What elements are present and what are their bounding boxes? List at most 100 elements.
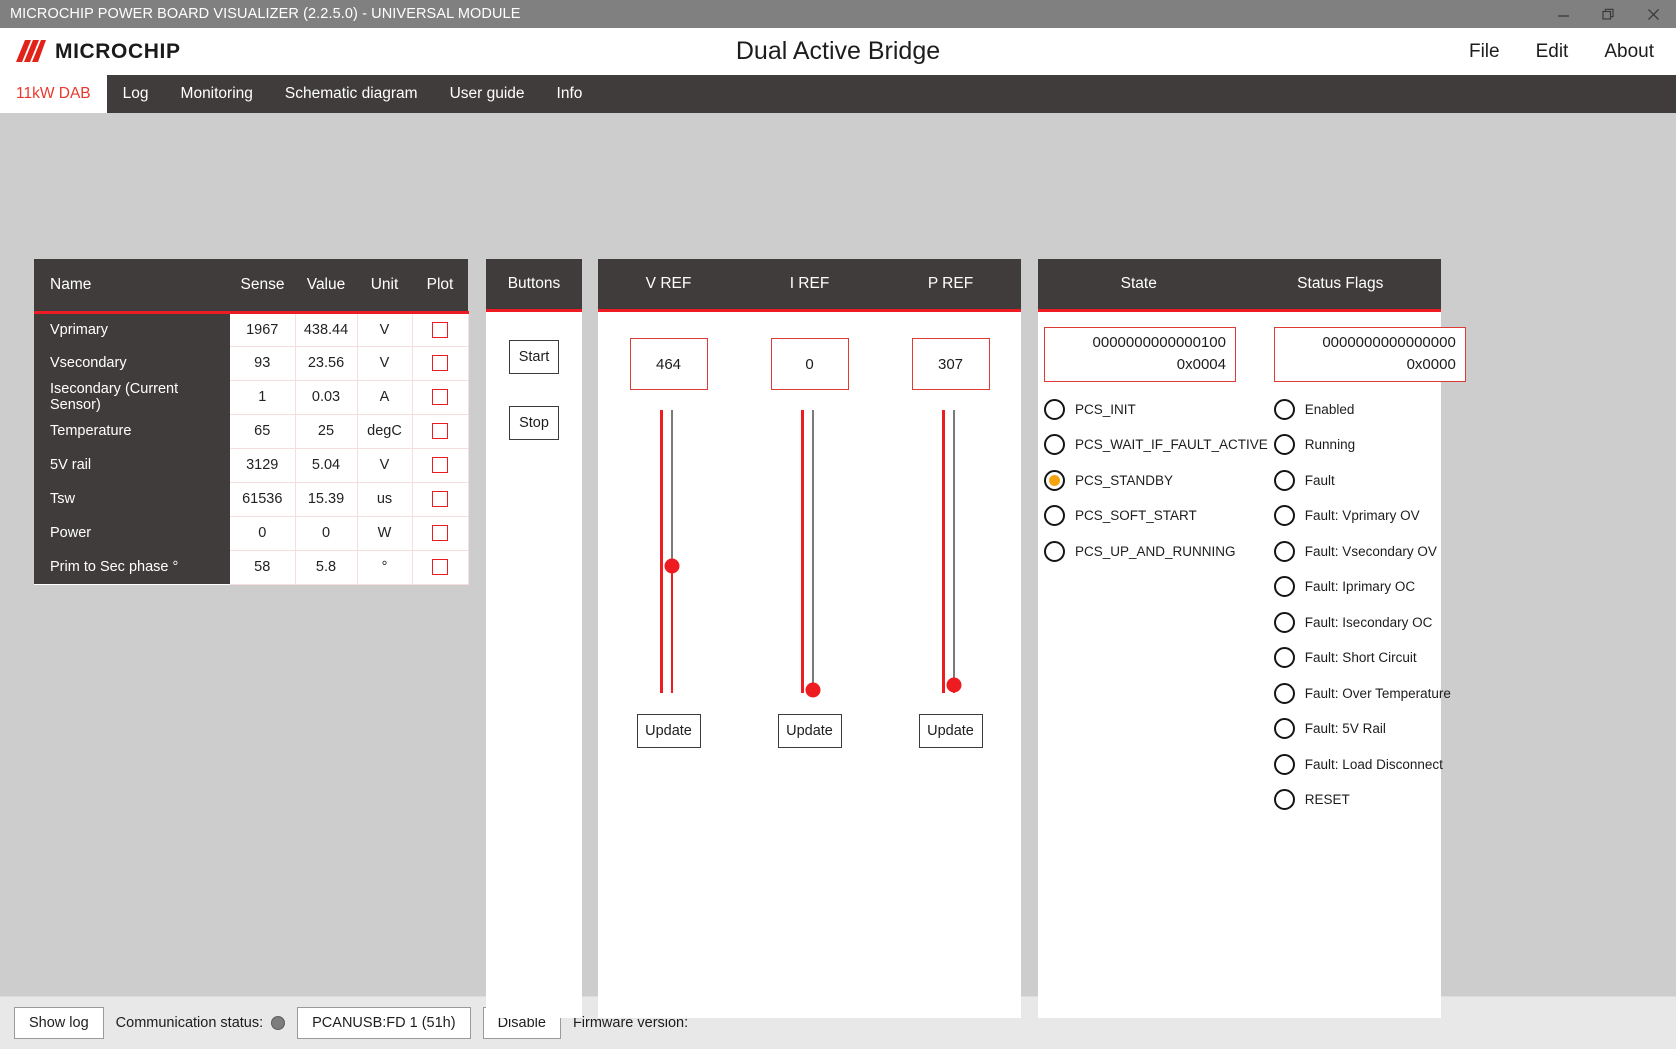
status-flag-radio-icon[interactable] (1274, 754, 1295, 775)
show-log-button[interactable]: Show log (14, 1007, 104, 1039)
ref-slider[interactable] (936, 410, 966, 693)
tab-schematic-diagram[interactable]: Schematic diagram (269, 75, 434, 113)
ref-slider[interactable] (654, 410, 684, 693)
state-radio-icon[interactable] (1044, 541, 1065, 562)
tab-user-guide[interactable]: User guide (434, 75, 541, 113)
status-flag-row[interactable]: RESET (1274, 782, 1466, 818)
menu-item-about[interactable]: About (1604, 41, 1654, 63)
measurement-name: Isecondary (Current Sensor) (34, 380, 230, 414)
state-row[interactable]: PCS_INIT (1044, 392, 1268, 428)
status-flag-label: Fault (1305, 473, 1335, 488)
measurement-unit: ° (357, 550, 412, 584)
status-flags-column: 0000000000000000 0x0000 EnabledRunningFa… (1268, 312, 1466, 1018)
state-radio-icon[interactable] (1044, 399, 1065, 420)
plot-checkbox[interactable] (432, 322, 448, 338)
ref-slider[interactable] (795, 410, 825, 693)
plot-checkbox[interactable] (432, 423, 448, 439)
status-flag-radio-icon[interactable] (1274, 399, 1295, 420)
status-flag-row[interactable]: Enabled (1274, 392, 1466, 428)
slider-thumb[interactable] (946, 677, 961, 692)
status-flag-row[interactable]: Fault (1274, 463, 1466, 499)
window-titlebar: MICROCHIP POWER BOARD VISUALIZER (2.2.5.… (0, 0, 1676, 28)
state-label: PCS_SOFT_START (1075, 508, 1197, 523)
status-flag-row[interactable]: Fault: 5V Rail (1274, 711, 1466, 747)
status-flag-row[interactable]: Fault: Isecondary OC (1274, 605, 1466, 641)
status-flag-radio-icon[interactable] (1274, 434, 1295, 455)
plot-checkbox[interactable] (432, 355, 448, 371)
plot-checkbox-cell (412, 312, 468, 346)
status-flag-row[interactable]: Fault: Iprimary OC (1274, 569, 1466, 605)
update-button[interactable]: Update (778, 714, 842, 748)
status-flag-radio-icon[interactable] (1274, 789, 1295, 810)
start-button[interactable]: Start (509, 340, 559, 374)
measurements-table: Name Sense Value Unit Plot Vprimary19674… (34, 259, 469, 585)
radio-dot-icon (1279, 439, 1290, 450)
device-selector-button[interactable]: PCANUSB:FD 1 (51h) (297, 1007, 470, 1039)
state-label: PCS_UP_AND_RUNNING (1075, 544, 1236, 559)
status-flag-row[interactable]: Running (1274, 427, 1466, 463)
minimize-icon[interactable] (1541, 0, 1586, 28)
radio-dot-icon (1279, 723, 1290, 734)
close-icon[interactable] (1631, 0, 1676, 28)
update-button[interactable]: Update (919, 714, 983, 748)
plot-checkbox-cell (412, 550, 468, 584)
app-header: MICROCHIP Dual Active Bridge File Edit A… (0, 28, 1676, 75)
state-register-binary: 0000000000000100 (1054, 332, 1226, 354)
status-flag-radio-icon[interactable] (1274, 505, 1295, 526)
status-flag-row[interactable]: Fault: Load Disconnect (1274, 747, 1466, 783)
menu-item-edit[interactable]: Edit (1536, 41, 1569, 63)
table-row: Prim to Sec phase °585.8° (34, 550, 468, 584)
plot-checkbox[interactable] (432, 389, 448, 405)
ref-value-input[interactable]: 307 (912, 338, 990, 390)
plot-checkbox[interactable] (432, 559, 448, 575)
measurement-name: Vprimary (34, 312, 230, 346)
status-flag-radio-icon[interactable] (1274, 576, 1295, 597)
plot-checkbox[interactable] (432, 491, 448, 507)
radio-dot-icon (1279, 688, 1290, 699)
status-flag-row[interactable]: Fault: Short Circuit (1274, 640, 1466, 676)
state-radio-icon[interactable] (1044, 470, 1065, 491)
status-flag-row[interactable]: Fault: Vprimary OV (1274, 498, 1466, 534)
state-row[interactable]: PCS_UP_AND_RUNNING (1044, 534, 1268, 570)
ref-value-input[interactable]: 464 (630, 338, 708, 390)
tab-11kw-dab[interactable]: 11kW DAB (0, 75, 107, 113)
status-flag-radio-icon[interactable] (1274, 683, 1295, 704)
state-radio-icon[interactable] (1044, 434, 1065, 455)
tab-info[interactable]: Info (541, 75, 599, 113)
status-flag-radio-icon[interactable] (1274, 647, 1295, 668)
slider-fill (671, 566, 674, 693)
state-row[interactable]: PCS_STANDBY (1044, 463, 1268, 499)
stop-button[interactable]: Stop (509, 406, 559, 440)
main-menu: File Edit About (1469, 41, 1654, 63)
menu-item-file[interactable]: File (1469, 41, 1500, 63)
slider-track (953, 410, 956, 693)
state-label: PCS_INIT (1075, 402, 1136, 417)
plot-checkbox[interactable] (432, 457, 448, 473)
status-flag-label: Enabled (1305, 402, 1355, 417)
status-flag-radio-icon[interactable] (1274, 718, 1295, 739)
plot-checkbox[interactable] (432, 525, 448, 541)
tab-log[interactable]: Log (107, 75, 165, 113)
slider-thumb[interactable] (664, 558, 679, 573)
ref-value-input[interactable]: 0 (771, 338, 849, 390)
state-row[interactable]: PCS_SOFT_START (1044, 498, 1268, 534)
update-button[interactable]: Update (637, 714, 701, 748)
table-row: Temperature6525degC (34, 414, 468, 448)
brand-logo: MICROCHIP (12, 36, 181, 68)
status-flag-row[interactable]: Fault: Vsecondary OV (1274, 534, 1466, 570)
status-flag-label: Fault: Isecondary OC (1305, 615, 1433, 630)
table-row: Vsecondary9323.56V (34, 346, 468, 380)
restore-icon[interactable] (1586, 0, 1631, 28)
state-row[interactable]: PCS_WAIT_IF_FAULT_ACTIVE (1044, 427, 1268, 463)
tab-monitoring[interactable]: Monitoring (165, 75, 269, 113)
references-panel-header: V REF I REF P REF (598, 259, 1021, 312)
status-flag-radio-icon[interactable] (1274, 470, 1295, 491)
slider-track (812, 410, 815, 693)
status-flag-row[interactable]: Fault: Over Temperature (1274, 676, 1466, 712)
status-flag-label: Fault: Iprimary OC (1305, 579, 1415, 594)
state-radio-icon[interactable] (1044, 505, 1065, 526)
window-controls (1541, 0, 1676, 28)
slider-thumb[interactable] (805, 683, 820, 698)
status-flag-radio-icon[interactable] (1274, 541, 1295, 562)
status-flag-radio-icon[interactable] (1274, 612, 1295, 633)
